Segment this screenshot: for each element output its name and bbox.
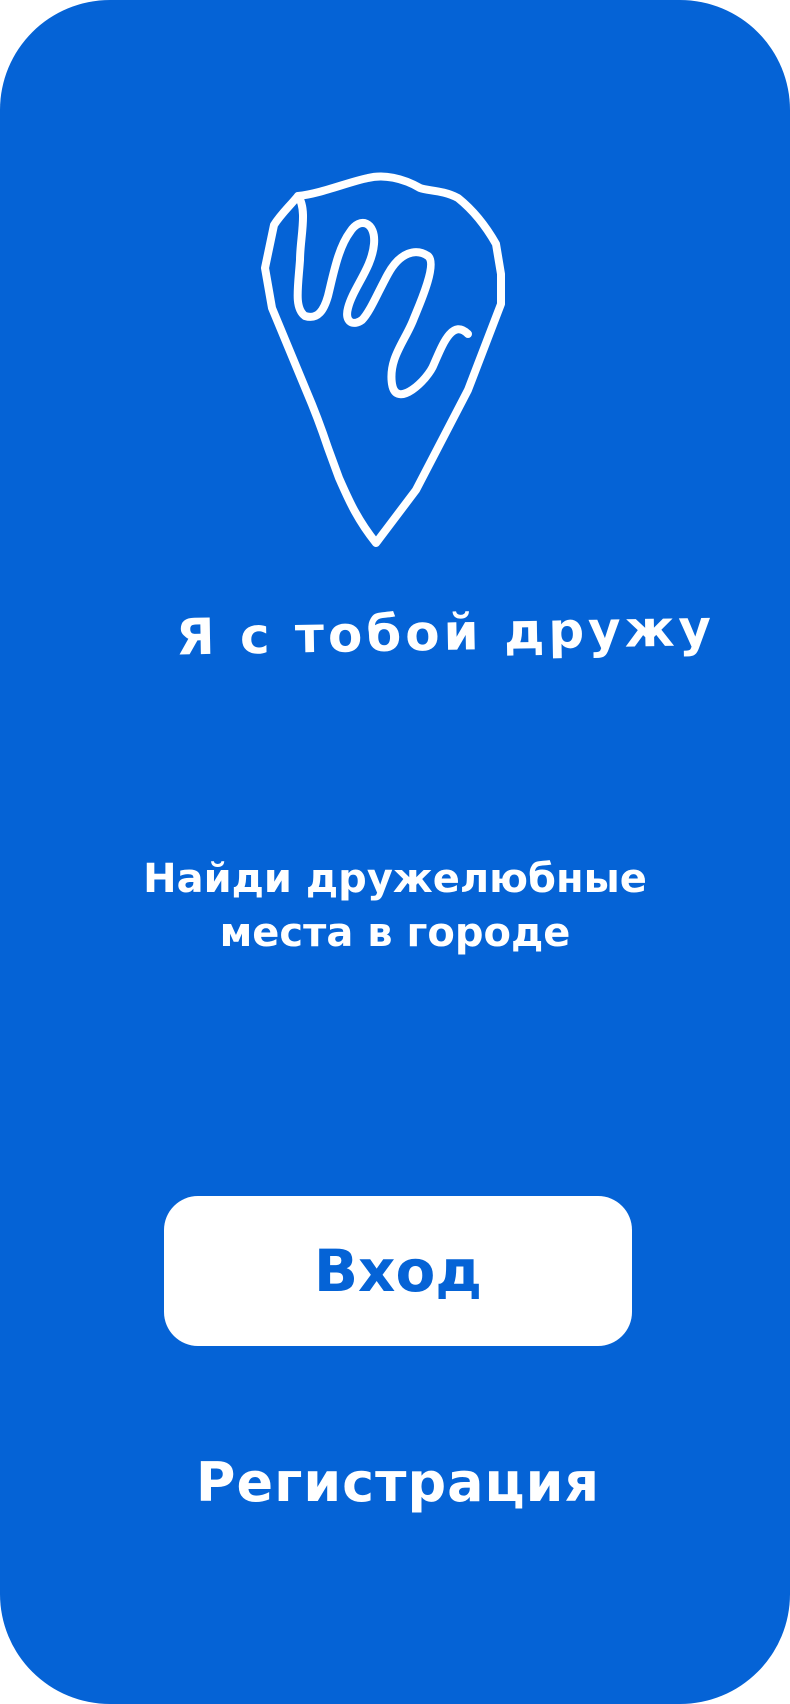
logo-wordmark: Я с тобой дружу — [175, 599, 716, 667]
tagline: Найди дружелюбные места в городе — [80, 852, 710, 960]
login-button[interactable]: Вход — [164, 1196, 632, 1346]
welcome-screen: Я с тобой дружу Найди дружелюбные места … — [0, 0, 790, 1704]
tagline-line-2: места в городе — [219, 910, 571, 956]
app-logo: Я с тобой дружу — [138, 148, 716, 700]
tagline-line-1: Найди дружелюбные — [143, 856, 647, 902]
register-link[interactable]: Регистрация — [164, 1438, 632, 1528]
pin-squiggle — [293, 192, 472, 399]
